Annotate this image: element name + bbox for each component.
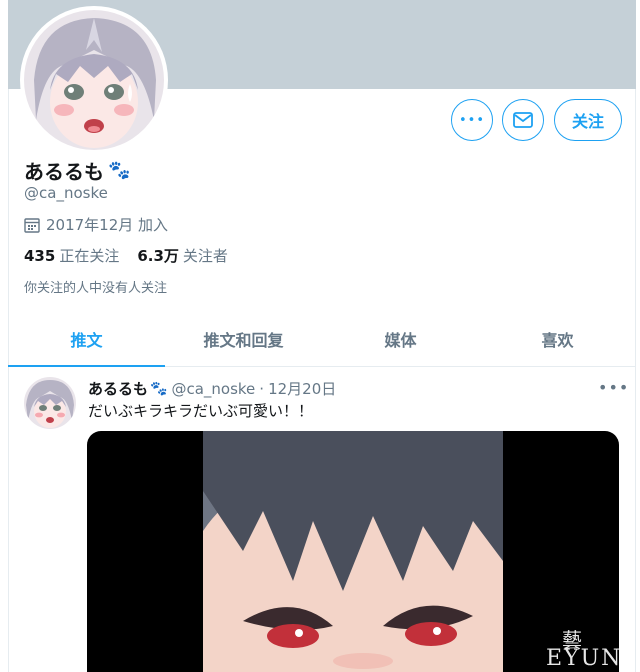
- following-count: 435: [24, 247, 56, 265]
- tweet-handle[interactable]: @ca_noske: [171, 380, 255, 398]
- watermark-text: EYUN: [546, 646, 623, 671]
- more-options-button[interactable]: •••: [451, 99, 493, 141]
- tweet-author[interactable]: あるるも 🐾: [88, 378, 167, 399]
- followed-by-note: 你关注的人中没有人关注: [24, 281, 168, 296]
- tweet-separator: ·: [259, 379, 265, 398]
- message-button[interactable]: [502, 99, 544, 141]
- profile-handle: @ca_noske: [24, 184, 108, 202]
- more-icon: •••: [458, 112, 485, 128]
- watermark-logo: 藝 EYUN: [546, 622, 636, 672]
- calendar-icon: [24, 217, 40, 233]
- paw-icon: 🐾: [150, 380, 168, 397]
- tweet-header: あるるも 🐾 @ca_noske · 12月20日: [88, 378, 336, 399]
- profile-tabs: 推文 推文和回复 媒体 喜欢: [8, 312, 636, 367]
- avatar-image: [24, 10, 164, 150]
- profile-display-name: あるるも 🐾: [24, 156, 130, 185]
- followers-count: 6.3万: [137, 247, 179, 265]
- profile-stats: 435 正在关注 6.3万 关注者: [24, 245, 228, 266]
- tab-tweets[interactable]: 推文: [8, 312, 165, 367]
- tab-tweets-and-replies[interactable]: 推文和回复: [165, 312, 322, 366]
- follow-button[interactable]: 关注: [554, 99, 622, 141]
- tweet-media[interactable]: [87, 431, 619, 672]
- followers-link[interactable]: 6.3万 关注者: [137, 245, 228, 266]
- paw-icon: 🐾: [108, 160, 131, 181]
- joined-date: 2017年12月 加入: [24, 214, 168, 235]
- tweet-more-button[interactable]: •••: [598, 378, 629, 397]
- followers-label: 关注者: [182, 247, 228, 265]
- tab-media[interactable]: 媒体: [322, 312, 479, 366]
- display-name-text: あるるも: [24, 160, 104, 184]
- tab-likes[interactable]: 喜欢: [479, 312, 636, 366]
- mail-icon: [513, 112, 533, 128]
- tweet-text: だいぶキラキラだいぶ可愛い！！: [88, 402, 314, 420]
- following-label: 正在关注: [59, 247, 120, 265]
- tweet-author-name: あるるも: [88, 380, 149, 398]
- joined-text: 2017年12月 加入: [46, 216, 169, 234]
- tweet-date[interactable]: 12月20日: [268, 378, 336, 399]
- tweet-avatar[interactable]: [24, 377, 76, 429]
- profile-avatar[interactable]: [20, 6, 168, 154]
- following-link[interactable]: 435 正在关注: [24, 245, 119, 266]
- media-image: [203, 431, 503, 672]
